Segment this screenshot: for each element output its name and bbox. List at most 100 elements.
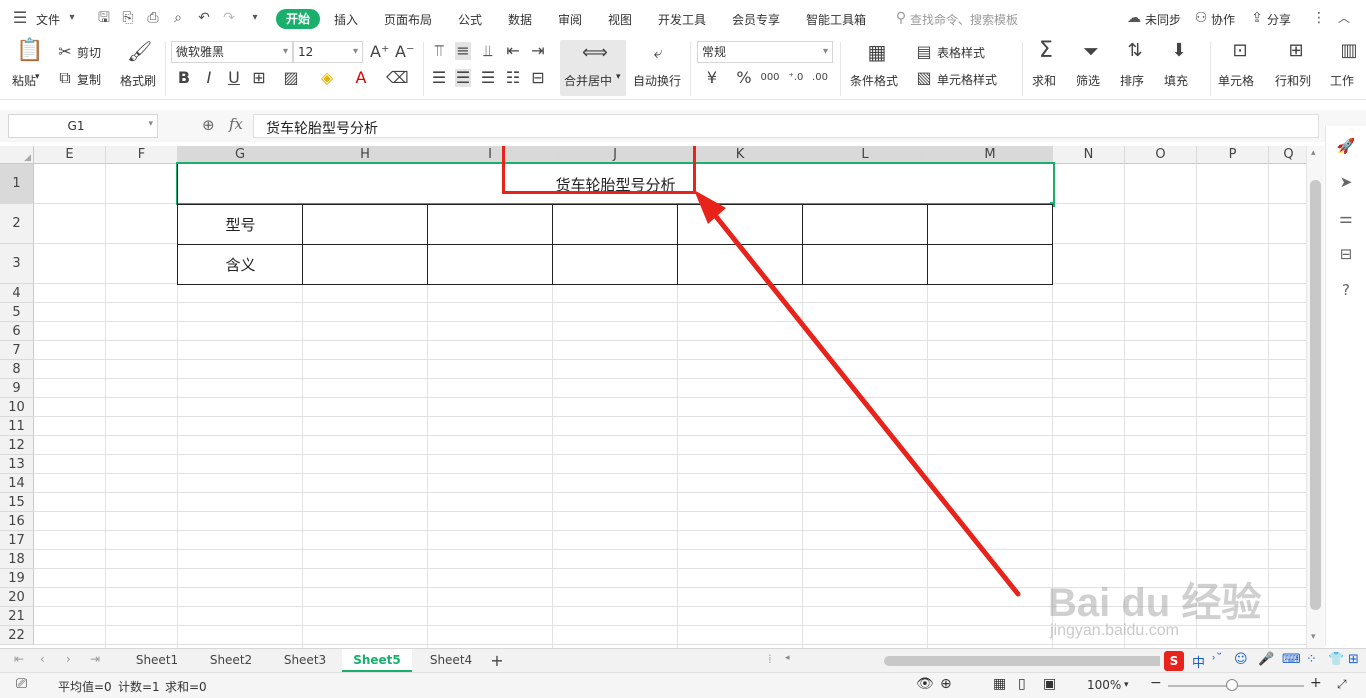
zoom-slider-thumb[interactable]: [1226, 679, 1238, 691]
font-name-select[interactable]: 微软雅黑: [171, 41, 293, 63]
conditional-format-button[interactable]: 条件格式: [850, 72, 898, 89]
zoom-chevron-icon[interactable]: ▾: [1124, 680, 1129, 690]
paste-icon[interactable]: 📋: [16, 40, 43, 66]
font-size-select[interactable]: 12: [293, 41, 363, 63]
tab-sheet3[interactable]: Sheet3: [270, 649, 340, 672]
page-break-view-icon[interactable]: ▣: [1043, 676, 1056, 692]
align-right-icon[interactable]: ☰: [480, 69, 496, 87]
border-icon[interactable]: ⊞: [250, 69, 268, 87]
indent-decrease-icon[interactable]: ⇤: [505, 42, 521, 60]
bold-icon[interactable]: B: [175, 69, 193, 87]
scroll-up-icon[interactable]: ▴: [1311, 148, 1316, 158]
format-painter-button[interactable]: 格式刷: [120, 72, 156, 89]
hamburger-icon[interactable]: ☰: [12, 10, 28, 26]
ime-chinese-icon[interactable]: 中: [1192, 652, 1205, 671]
add-sheet-button[interactable]: +: [486, 649, 508, 672]
page-layout-view-icon[interactable]: ▯: [1018, 676, 1026, 692]
eye-protection-icon[interactable]: 👁: [916, 676, 934, 692]
help-icon[interactable]: ?: [1336, 280, 1356, 300]
tab-developer[interactable]: 开发工具: [658, 10, 706, 30]
name-box[interactable]: G1 ▾: [8, 114, 158, 138]
split-handle-icon[interactable]: ⁞: [768, 652, 772, 666]
merge-center-group[interactable]: ⟺ 合并居中 ▾: [560, 40, 626, 96]
tab-sheet5[interactable]: Sheet5: [342, 649, 412, 672]
paste-chevron-icon[interactable]: ▾: [35, 72, 40, 82]
cell-style-button[interactable]: 单元格样式: [937, 71, 997, 88]
underline-icon[interactable]: U: [225, 69, 243, 87]
worksheet-button[interactable]: 工作: [1330, 72, 1354, 89]
scroll-left-icon[interactable]: ◂: [785, 653, 790, 663]
macro-icon[interactable]: ⎚: [16, 676, 27, 692]
ime-menu-icon[interactable]: ⊞: [1348, 652, 1359, 667]
currency-icon[interactable]: ¥: [703, 69, 721, 87]
properties-icon[interactable]: ⊟: [1336, 244, 1356, 264]
fill-style-icon[interactable]: ▨: [282, 69, 300, 87]
font-grow-icon[interactable]: A⁺: [370, 43, 389, 61]
redo-icon[interactable]: ↷: [221, 10, 237, 26]
file-menu[interactable]: 文件: [36, 10, 60, 30]
tab-review[interactable]: 审阅: [558, 10, 582, 30]
last-sheet-icon[interactable]: ⇥: [90, 652, 100, 666]
tab-home[interactable]: 开始: [276, 9, 321, 29]
tab-sheet1[interactable]: Sheet1: [122, 649, 192, 672]
share-button[interactable]: 分享: [1267, 10, 1291, 30]
table-style-button[interactable]: 表格样式: [937, 44, 985, 61]
sliders-icon[interactable]: ⚌: [1336, 208, 1356, 228]
italic-icon[interactable]: I: [200, 69, 218, 87]
font-shrink-icon[interactable]: A⁻: [395, 43, 414, 61]
tab-page-layout[interactable]: 页面布局: [384, 10, 432, 30]
clear-icon[interactable]: ⌫: [386, 69, 409, 87]
ime-skin-icon[interactable]: 👕: [1328, 652, 1344, 667]
sogou-logo-icon[interactable]: S: [1164, 651, 1184, 671]
tab-data[interactable]: 数据: [508, 10, 532, 30]
distribute-icon[interactable]: ⊟: [530, 69, 546, 87]
merge-center-button[interactable]: 合并居中: [564, 72, 612, 89]
zoom-level[interactable]: 100%: [1087, 678, 1121, 692]
ime-punct-icon[interactable]: ˒˘: [1212, 652, 1223, 667]
tab-sheet2[interactable]: Sheet2: [196, 649, 266, 672]
horizontal-scroll-thumb[interactable]: [884, 656, 1204, 666]
chevron-down-icon[interactable]: ▾: [64, 10, 80, 26]
sync-button[interactable]: 未同步: [1145, 10, 1181, 30]
more-icon[interactable]: ⋮: [1311, 10, 1327, 26]
filter-button[interactable]: 筛选: [1076, 72, 1100, 89]
fx-icon[interactable]: fx: [229, 115, 243, 133]
first-sheet-icon[interactable]: ⇤: [14, 652, 24, 666]
align-left-icon[interactable]: ☰: [431, 69, 447, 87]
save-icon[interactable]: 🖫: [96, 10, 112, 26]
tab-formula[interactable]: 公式: [458, 10, 482, 30]
prev-sheet-icon[interactable]: ‹: [40, 652, 45, 666]
merge-chevron-icon[interactable]: ▾: [616, 72, 621, 82]
ime-mic-icon[interactable]: 🎤: [1258, 652, 1274, 667]
sum-button[interactable]: 求和: [1032, 72, 1056, 89]
print-icon[interactable]: ⎙: [145, 10, 161, 26]
justify-icon[interactable]: ☷: [505, 69, 521, 87]
name-box-chevron-icon[interactable]: ▾: [148, 119, 153, 129]
tab-insert[interactable]: 插入: [334, 10, 358, 30]
thousands-icon[interactable]: 000: [760, 69, 780, 87]
number-format-select[interactable]: 常规: [697, 41, 833, 63]
fill-color-icon[interactable]: ◈: [318, 69, 336, 87]
align-center-icon[interactable]: ☰: [455, 69, 471, 87]
vertical-scroll-thumb[interactable]: [1310, 180, 1321, 610]
vertical-scrollbar[interactable]: ▴ ▾: [1306, 146, 1324, 648]
zoom-formula-icon[interactable]: ⊕: [202, 116, 215, 134]
export-icon[interactable]: ⎘: [120, 10, 136, 26]
collapse-icon[interactable]: ︿: [1336, 10, 1352, 26]
collab-button[interactable]: 协作: [1211, 10, 1235, 30]
zoom-out-icon[interactable]: −: [1150, 675, 1162, 691]
scroll-down-icon[interactable]: ▾: [1311, 632, 1316, 642]
rocket-icon[interactable]: 🚀: [1336, 136, 1356, 156]
print-preview-icon[interactable]: ⌕: [170, 10, 186, 26]
undo-icon[interactable]: ↶: [196, 10, 212, 26]
tab-view[interactable]: 视图: [608, 10, 632, 30]
align-middle-icon[interactable]: ≡: [455, 42, 471, 60]
ime-emoji-icon[interactable]: ☺: [1234, 652, 1248, 667]
align-top-icon[interactable]: ⫪: [431, 42, 447, 60]
sort-button[interactable]: 排序: [1120, 72, 1144, 89]
search-input[interactable]: 查找命令、搜索模板: [910, 10, 1018, 30]
font-color-icon[interactable]: A: [352, 69, 370, 87]
rows-cols-button[interactable]: 行和列: [1275, 72, 1311, 89]
ime-tools-icon[interactable]: ⁘: [1306, 652, 1317, 667]
normal-view-icon[interactable]: ▦: [993, 676, 1006, 692]
